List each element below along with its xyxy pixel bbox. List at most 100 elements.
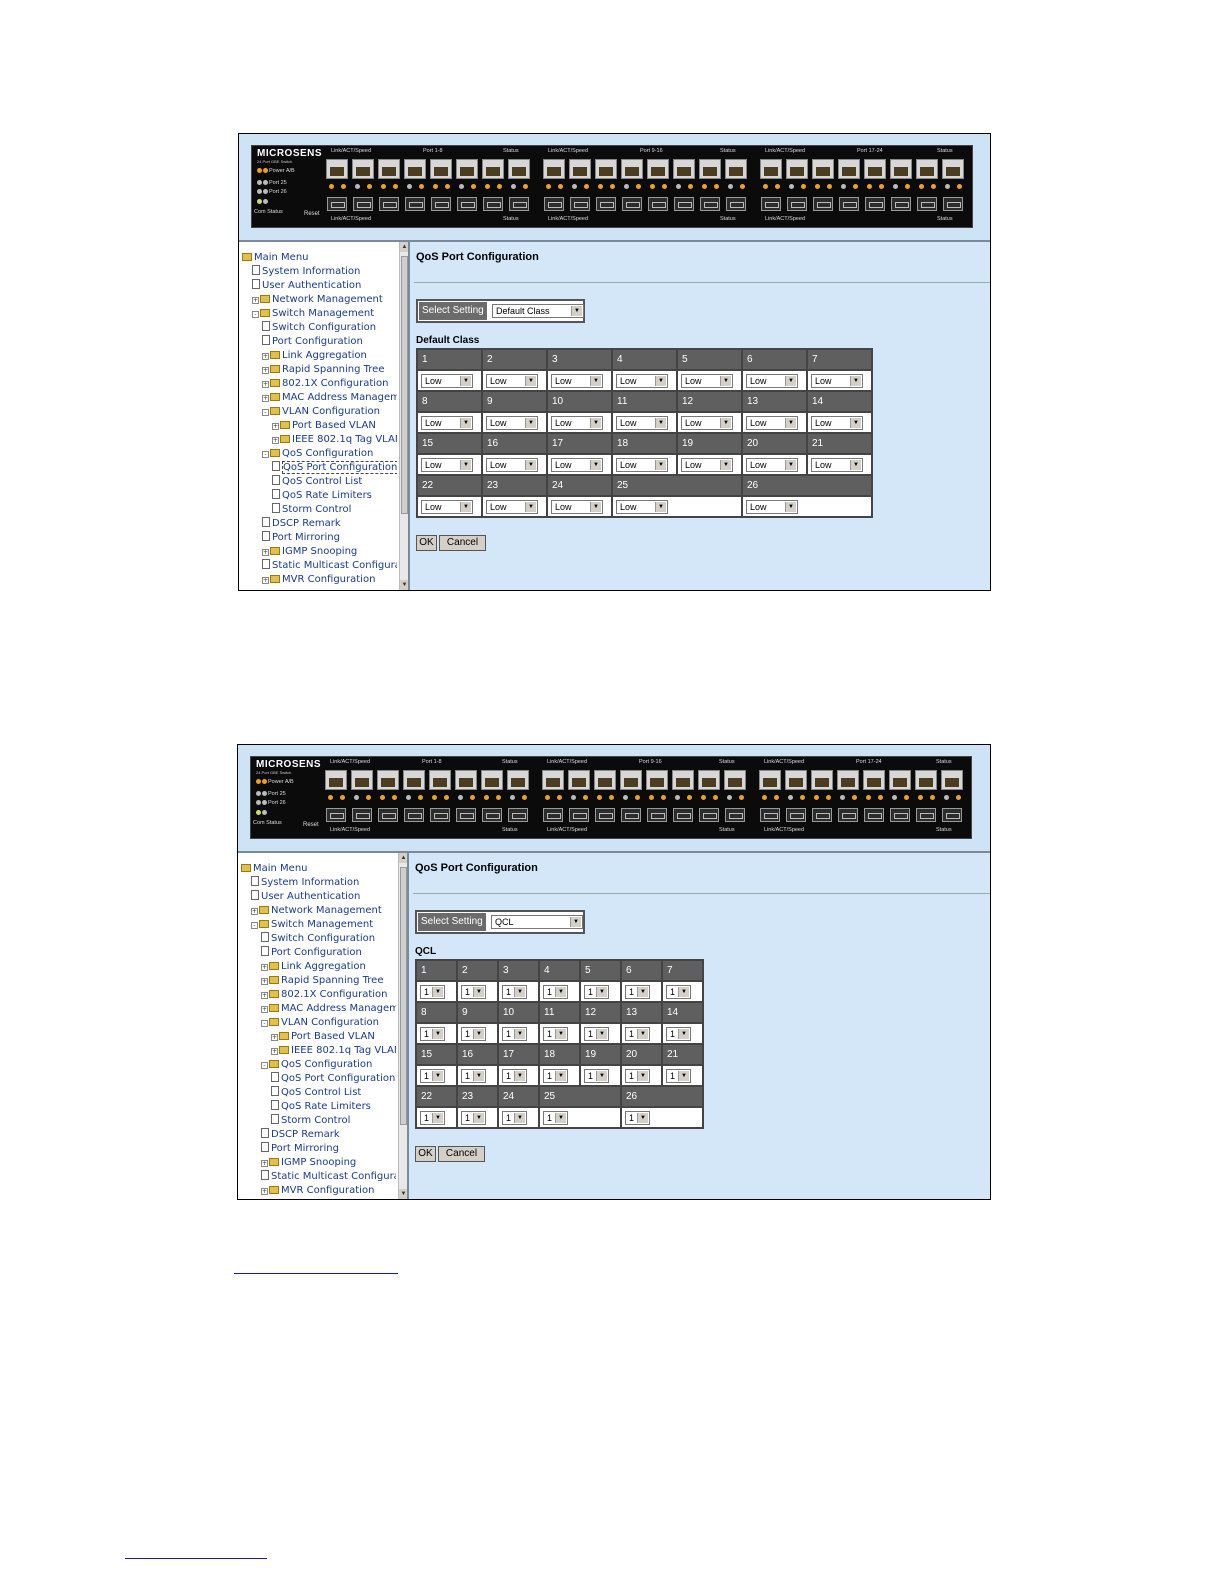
port-16-dropdown[interactable]: 1 ▼ [461,1068,486,1083]
port-22-dropdown[interactable]: Low ▼ [421,499,473,514]
port-15-dropdown[interactable]: 1 ▼ [420,1068,445,1083]
expand-icon[interactable]: + [271,1034,278,1041]
chevron-down-icon[interactable]: ▼ [678,1028,689,1039]
port-17-dropdown[interactable]: 1 ▼ [502,1068,527,1083]
ok-button[interactable]: OK [415,1146,436,1162]
menu-item-qos-rate-limiters[interactable]: QoS Rate Limiters [272,489,372,502]
menu-item-storm-control[interactable]: Storm Control [272,503,351,516]
menu-item-dscp-remark[interactable]: DSCP Remark [261,1128,340,1141]
expand-icon[interactable]: + [262,367,269,374]
chevron-down-icon[interactable]: ▼ [570,917,581,927]
expand-icon[interactable]: + [252,297,259,304]
port-9-dropdown[interactable]: 1 ▼ [461,1026,486,1041]
menu-item-user-authentication[interactable]: User Authentication [251,890,360,903]
chevron-down-icon[interactable]: ▼ [655,459,666,470]
port-18-dropdown[interactable]: 1 ▼ [543,1068,568,1083]
expand-icon[interactable]: + [271,1048,278,1055]
chevron-down-icon[interactable]: ▼ [555,986,566,997]
expand-icon[interactable]: + [251,908,258,915]
menu-item-port-based-vlan[interactable]: + Port Based VLAN [272,419,376,432]
chevron-down-icon[interactable]: ▼ [678,986,689,997]
collapse-icon[interactable]: - [262,409,269,416]
chevron-down-icon[interactable]: ▼ [590,501,601,512]
select-setting-dropdown[interactable]: Default Class ▼ [492,304,584,318]
chevron-down-icon[interactable]: ▼ [473,1028,484,1039]
chevron-down-icon[interactable]: ▼ [655,375,666,386]
chevron-down-icon[interactable]: ▼ [596,1070,607,1081]
chevron-down-icon[interactable]: ▼ [525,375,536,386]
chevron-down-icon[interactable]: ▼ [514,1112,525,1123]
menu-item-switch-management[interactable]: - Switch Management [251,918,373,931]
chevron-down-icon[interactable]: ▼ [514,1070,525,1081]
port-20-dropdown[interactable]: Low ▼ [746,457,798,472]
chevron-down-icon[interactable]: ▼ [678,1070,689,1081]
chevron-down-icon[interactable]: ▼ [514,986,525,997]
chevron-down-icon[interactable]: ▼ [571,306,582,316]
menu-item-rapid-spanning-tree[interactable]: + Rapid Spanning Tree [261,974,384,987]
select-setting-dropdown[interactable]: QCL ▼ [491,915,583,929]
menu-item-switch-configuration[interactable]: Switch Configuration [261,932,375,945]
port-26-dropdown[interactable]: Low ▼ [746,499,798,514]
port-24-dropdown[interactable]: 1 ▼ [502,1110,527,1125]
chevron-down-icon[interactable]: ▼ [850,417,861,428]
port-1-dropdown[interactable]: 1 ▼ [420,984,445,999]
chevron-down-icon[interactable]: ▼ [785,417,796,428]
port-23-dropdown[interactable]: 1 ▼ [461,1110,486,1125]
chevron-down-icon[interactable]: ▼ [460,417,471,428]
menu-item-port-configuration[interactable]: Port Configuration [261,946,362,959]
menu-item-port-configuration[interactable]: Port Configuration [262,335,363,348]
menu-item-dscp-remark[interactable]: DSCP Remark [262,517,341,530]
port-5-dropdown[interactable]: Low ▼ [681,373,733,388]
chevron-down-icon[interactable]: ▼ [555,1112,566,1123]
menu-item-qos-rate-limiters[interactable]: QoS Rate Limiters [271,1100,371,1113]
expand-icon[interactable]: + [261,978,268,985]
expand-icon[interactable]: + [261,992,268,999]
menu-item-vlan-configuration[interactable]: - VLAN Configuration [261,1016,379,1029]
port-6-dropdown[interactable]: 1 ▼ [625,984,650,999]
port-18-dropdown[interactable]: Low ▼ [616,457,668,472]
port-1-dropdown[interactable]: Low ▼ [421,373,473,388]
port-14-dropdown[interactable]: Low ▼ [811,415,863,430]
menu-item-port-mirroring[interactable]: Port Mirroring [262,531,340,544]
menu-item-igmp-snooping[interactable]: + IGMP Snooping [261,1156,356,1169]
chevron-down-icon[interactable]: ▼ [555,1070,566,1081]
menu-item-qos-control-list[interactable]: QoS Control List [272,475,362,488]
chevron-down-icon[interactable]: ▼ [460,375,471,386]
port-2-dropdown[interactable]: 1 ▼ [461,984,486,999]
ok-button[interactable]: OK [416,535,437,551]
chevron-down-icon[interactable]: ▼ [785,459,796,470]
menu-item-link-aggregation[interactable]: + Link Aggregation [262,349,367,362]
expand-icon[interactable]: + [262,549,269,556]
chevron-down-icon[interactable]: ▼ [525,459,536,470]
port-10-dropdown[interactable]: Low ▼ [551,415,603,430]
expand-icon[interactable]: + [262,395,269,402]
expand-icon[interactable]: + [261,1160,268,1167]
menu-item-rapid-spanning-tree[interactable]: + Rapid Spanning Tree [262,363,385,376]
chevron-down-icon[interactable]: ▼ [590,459,601,470]
menu-item-user-authentication[interactable]: User Authentication [252,279,361,292]
port-8-dropdown[interactable]: Low ▼ [421,415,473,430]
chevron-down-icon[interactable]: ▼ [432,1028,443,1039]
menu-item-mac-address-managemen[interactable]: + MAC Address Managemen [262,391,397,404]
menu-item-vlan-configuration[interactable]: - VLAN Configuration [262,405,380,418]
port-3-dropdown[interactable]: 1 ▼ [502,984,527,999]
chevron-down-icon[interactable]: ▼ [473,1070,484,1081]
menu-item-port-mirroring[interactable]: Port Mirroring [261,1142,339,1155]
port-9-dropdown[interactable]: Low ▼ [486,415,538,430]
port-26-dropdown[interactable]: 1 ▼ [625,1110,650,1125]
port-23-dropdown[interactable]: Low ▼ [486,499,538,514]
menu-item-switch-configuration[interactable]: Switch Configuration [262,321,376,334]
chevron-down-icon[interactable]: ▼ [637,1112,648,1123]
port-8-dropdown[interactable]: 1 ▼ [420,1026,445,1041]
port-13-dropdown[interactable]: 1 ▼ [625,1026,650,1041]
chevron-down-icon[interactable]: ▼ [473,986,484,997]
port-5-dropdown[interactable]: 1 ▼ [584,984,609,999]
chevron-down-icon[interactable]: ▼ [655,417,666,428]
menu-item-qos-configuration[interactable]: - QoS Configuration [261,1058,372,1071]
expand-icon[interactable]: + [272,423,279,430]
menu-item-static-multicast-configuratio[interactable]: Static Multicast Configuratio [262,559,397,572]
menu-item-802-1x-configuration[interactable]: +802.1X Configuration [262,377,388,390]
port-4-dropdown[interactable]: 1 ▼ [543,984,568,999]
menu-item-switch-management[interactable]: - Switch Management [252,307,374,320]
port-21-dropdown[interactable]: Low ▼ [811,457,863,472]
